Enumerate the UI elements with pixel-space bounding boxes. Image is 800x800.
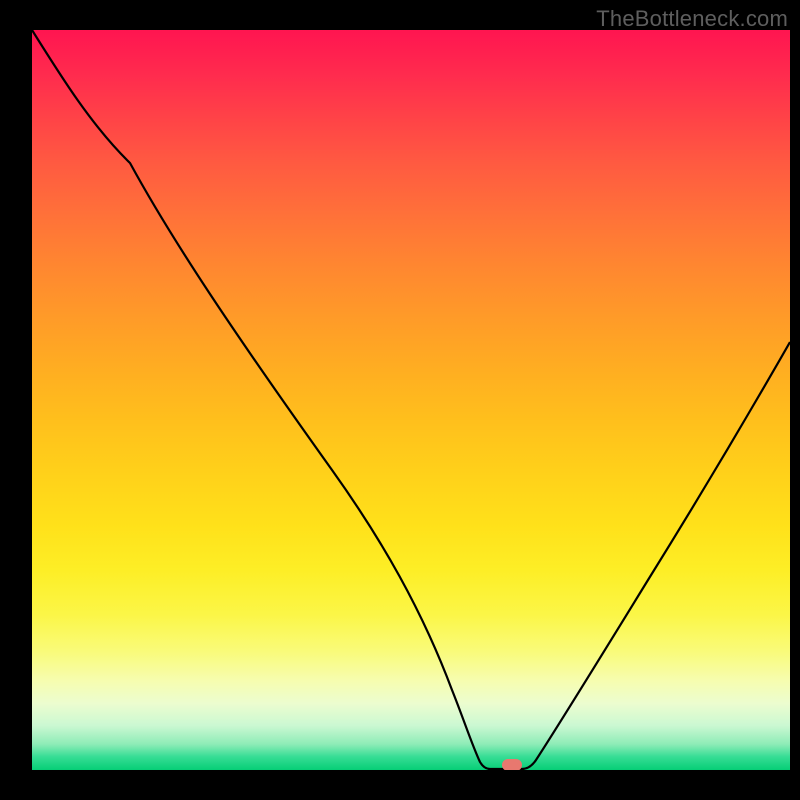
bottleneck-curve	[32, 30, 790, 769]
watermark-text: TheBottleneck.com	[596, 6, 788, 32]
optimal-marker	[502, 759, 522, 770]
chart-frame: TheBottleneck.com	[0, 0, 800, 800]
plot-area	[32, 30, 790, 770]
curve-layer	[32, 30, 790, 770]
